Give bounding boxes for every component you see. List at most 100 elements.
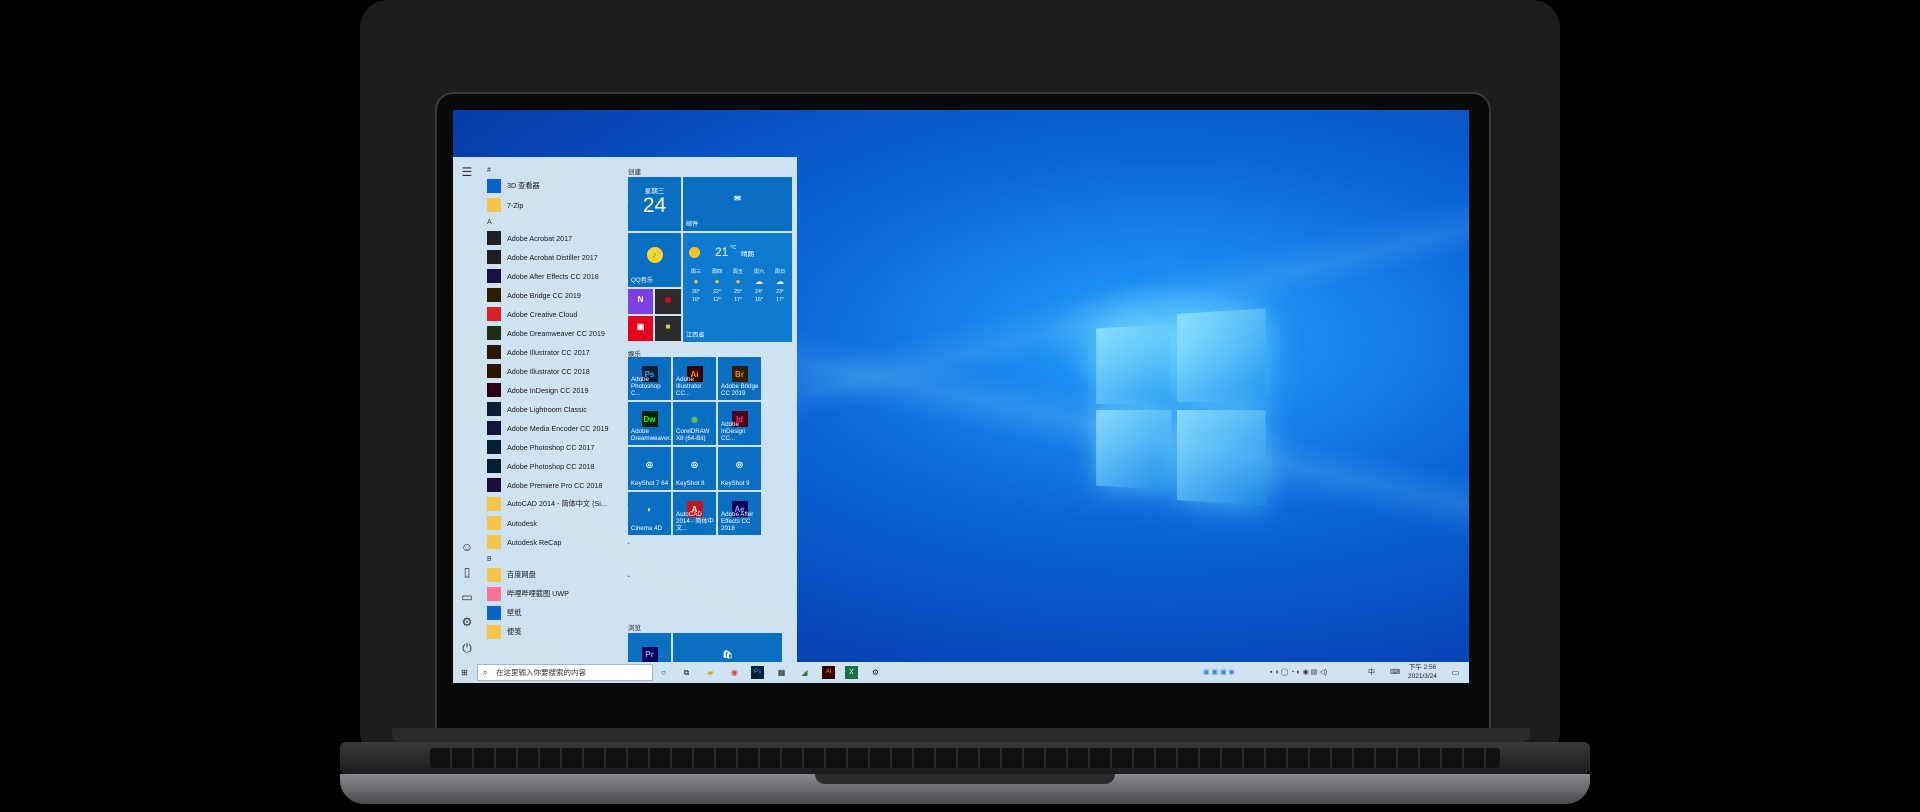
netease-music-tile[interactable]: ◉ (655, 289, 681, 314)
mail-tile[interactable]: ✉ 邮件 (683, 177, 792, 231)
forecast-day: 周日 ☁ 23° 17° (770, 268, 790, 304)
app-list-item-label: 壁纸 (507, 608, 522, 617)
clock-date: 2021/3/24 (1408, 673, 1437, 680)
app-list-item[interactable]: Adobe Acrobat 2017 (483, 229, 639, 247)
app-taskbar-icon[interactable]: ◢ (798, 666, 811, 679)
app-tile[interactable]: ◎ KeyShot 9 (718, 447, 761, 490)
app-list-item[interactable]: Adobe Dreamweaver CC 2019 (483, 324, 639, 342)
app-list-letter-header[interactable]: A (487, 219, 492, 226)
app-tile[interactable]: Ae Adobe After Effects CC 2018 (718, 492, 761, 535)
app-list-letter-header[interactable]: # (487, 167, 491, 174)
app-list-item[interactable]: 7-Zip⌄ (483, 196, 639, 214)
app-list-item[interactable]: Adobe Acrobat Distiller 2017 (483, 248, 639, 266)
app-list-item[interactable]: Adobe Illustrator CC 2018 (483, 362, 639, 380)
desktop-screen: ☰ ☺ ▯ ▭ ⚙ ⏻ #3D 查看器 7-Zip⌄ A Adobe Acrobat … (453, 110, 1469, 683)
sticky-notes-tile[interactable]: ■ (655, 316, 681, 341)
calendar-tile[interactable]: 星期三 24 (628, 177, 681, 231)
power-icon[interactable]: ⏻ (460, 641, 474, 655)
app-list-item-label: Adobe Premiere Pro CC 2018 (507, 480, 603, 490)
app-list-item[interactable]: Adobe InDesign CC 2019 (483, 381, 639, 399)
app-list-item[interactable]: Adobe Photoshop CC 2017 (483, 438, 639, 456)
excel-icon[interactable]: X (845, 666, 858, 679)
tray-system-icons[interactable]: ▪ ◑ ◯ ◔ ◐ ◉ ▤ ◁) (1270, 666, 1327, 679)
app-list-item[interactable]: AutoCAD 2014 - 简体中文 (Si...⌄ (483, 495, 639, 513)
forecast-day: 周四 ● 22° 12° (707, 268, 727, 304)
folder-icon (487, 516, 501, 530)
app-list-item[interactable]: 哔哩哔哩截图 UWP (483, 585, 639, 603)
app-icon: ▣ (636, 321, 645, 331)
app-tile[interactable]: ◉ CorelDRAW X8 (64-Bit) (673, 402, 716, 445)
app-tile-label: Adobe InDesign CC... (721, 421, 746, 442)
documents-icon[interactable]: ▯ (460, 565, 474, 579)
app-list-item[interactable]: Adobe Premiere Pro CC 2018 (483, 476, 639, 494)
app-list-item[interactable]: 3D 查看器 (483, 177, 639, 195)
qq-music-tile[interactable]: ♪ QQ音乐 (628, 233, 681, 287)
folder-icon (487, 198, 501, 212)
laptop-hinge (392, 728, 1530, 742)
tray-app-icons[interactable]: ▣ ▣ ▣ ◉ (1203, 666, 1235, 679)
settings-gear-icon[interactable]: ⚙ (460, 615, 474, 629)
app-list-item-label: Adobe Acrobat Distiller 2017 (507, 252, 598, 262)
user-avatar-icon[interactable]: ☺ (460, 540, 474, 554)
app-list-item-label: 3D 查看器 (507, 181, 540, 190)
cortana-icon[interactable]: ○ (657, 666, 670, 679)
app-tile[interactable]: ◎ KeyShot 8 (673, 447, 716, 490)
creative-cloud-icon (487, 307, 501, 321)
pictures-icon[interactable]: ▭ (460, 590, 474, 604)
red-app-tile[interactable]: ▣ (628, 316, 653, 341)
app-list-item-label: AutoCAD 2014 - 简体中文 (Si... (507, 499, 607, 508)
app-list-item[interactable]: 百度网盘 ⌄ (483, 566, 639, 584)
weather-unit: °C (730, 245, 737, 251)
file-explorer-icon[interactable]: ▰ (704, 666, 717, 679)
app-tile-icon: ◎ (731, 456, 748, 473)
hamburger-menu-icon[interactable]: ☰ (460, 165, 474, 179)
windows-start-icon[interactable]: ⊞ (458, 666, 471, 679)
weather-tile[interactable]: 21 °C 晴朗 周三 ● 20° 10° 周四 ● 22° 12° 周五 ● 25° 17° 周六 ☁ 2… (683, 233, 792, 342)
app-list-item[interactable]: Autodesk⌄ (483, 514, 639, 532)
cube-icon (487, 179, 501, 193)
app-tile[interactable]: Br Adobe Bridge CC 2019 (718, 357, 761, 400)
taskbar-search-box[interactable]: ⌕ 在这里输入你要搜索的内容 (477, 664, 653, 681)
app-list-letter-header[interactable]: B (487, 556, 492, 563)
keyboard-icon[interactable]: ⌨ (1390, 666, 1400, 679)
calculator-icon[interactable]: ▦ (775, 666, 788, 679)
app-list-item[interactable]: Autodesk ReCap ⌄ (483, 533, 639, 551)
app-list-item-label: Adobe After Effects CC 2018 (507, 271, 599, 281)
app-tile[interactable]: Id Adobe InDesign CC... (718, 402, 761, 445)
app-tile[interactable]: Dw Adobe Dreamweaver... (628, 402, 671, 445)
taskbar-clock[interactable]: 下午 2:56 2021/3/24 (1408, 663, 1437, 681)
app-tile[interactable]: Ps Adobe Photoshop C... (628, 357, 671, 400)
chrome-icon[interactable]: ◉ (728, 666, 741, 679)
forecast-weekday: 周五 (732, 269, 744, 275)
calendar-day: 24 (642, 194, 667, 217)
app-tile[interactable]: Ai Adobe Illustrator CC... (673, 357, 716, 400)
app-list-item[interactable]: Adobe Creative Cloud (483, 305, 639, 323)
app-tile[interactable]: A AutoCAD 2014 - 简体中文... (673, 492, 716, 535)
app-tile[interactable]: ◐ Cinema 4D (628, 492, 671, 535)
app-tile[interactable]: ◎ KeyShot 7 64 (628, 447, 671, 490)
forecast-low: 12° (713, 297, 721, 303)
ime-indicator[interactable]: 中 (1368, 666, 1375, 679)
app-list-item[interactable]: 便笺 (483, 623, 639, 641)
app-tile-label: KeyShot 7 64 (631, 480, 669, 487)
mail-label: 邮件 (686, 221, 699, 228)
photoshop-taskbar-icon[interactable]: Ps (751, 666, 764, 679)
app-list-item[interactable]: Adobe Media Encoder CC 2019 (483, 419, 639, 437)
keyboard-keys (430, 748, 1500, 768)
app-list-item-label: Adobe Illustrator CC 2018 (507, 366, 590, 376)
app-list-item[interactable]: Adobe Photoshop CC 2018 (483, 457, 639, 475)
illustrator-taskbar-icon[interactable]: Ai (822, 666, 835, 679)
app-list-item[interactable]: Adobe Illustrator CC 2017 (483, 343, 639, 361)
app-list-item[interactable]: 壁纸 (483, 604, 639, 622)
premiere-icon (487, 478, 501, 492)
settings-gear-icon[interactable]: ⚙ (869, 666, 882, 679)
app-list[interactable]: #3D 查看器 7-Zip⌄ A Adobe Acrobat 2017 Adobe Ac… (483, 157, 641, 662)
onenote-tile[interactable]: N (628, 289, 653, 314)
app-list-item[interactable]: Adobe Lightroom Classic (483, 400, 639, 418)
app-list-item-label: Adobe Media Encoder CC 2019 (507, 423, 609, 433)
task-view-icon[interactable]: ⧉ (680, 666, 693, 679)
app-list-item[interactable]: Adobe After Effects CC 2018 (483, 267, 639, 285)
notification-center-icon[interactable]: ▭ (1449, 666, 1462, 679)
wallpaper-icon (487, 606, 501, 620)
app-list-item[interactable]: Adobe Bridge CC 2019 (483, 286, 639, 304)
